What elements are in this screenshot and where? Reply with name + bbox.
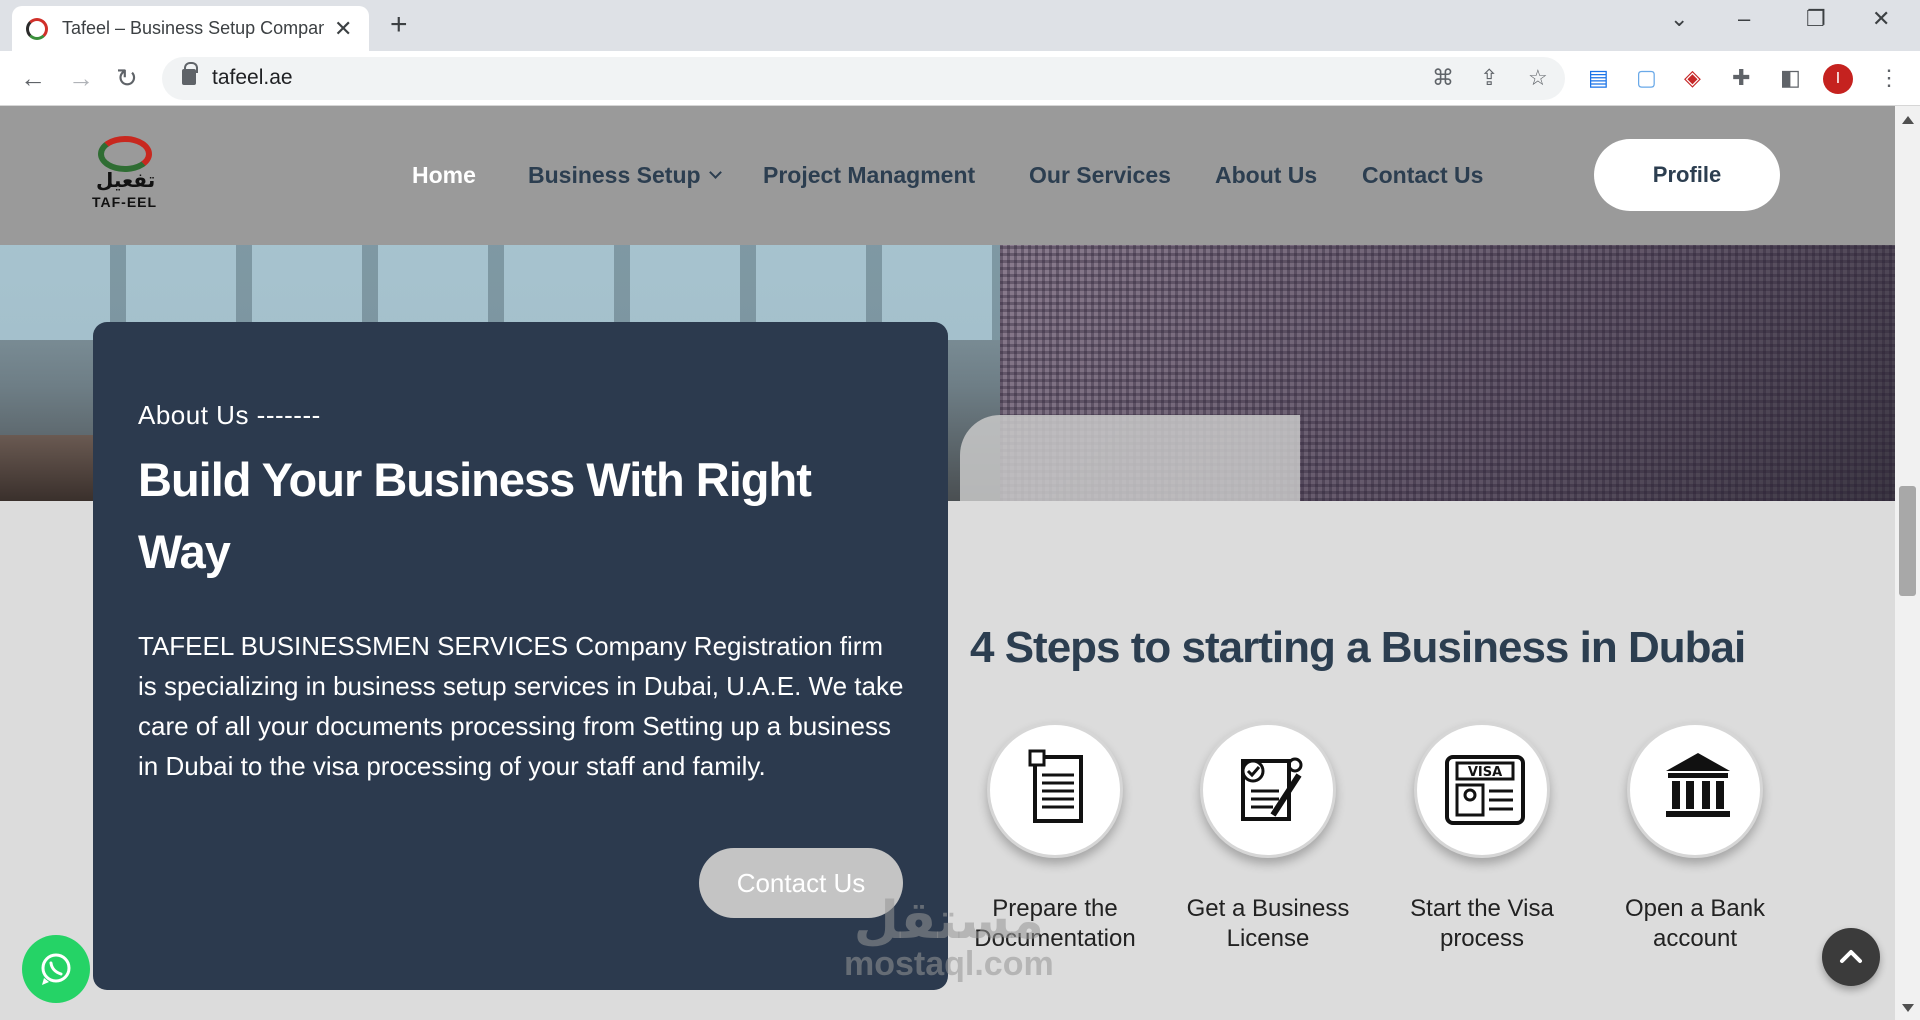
tab-title: Tafeel – Business Setup Company: [62, 18, 324, 38]
about-kicker: About Us -------: [138, 400, 321, 430]
profile-avatar[interactable]: I: [1823, 64, 1853, 94]
browser-tab[interactable]: Tafeel – Business Setup Company ✕: [12, 6, 369, 51]
nav-our-services[interactable]: Our Services: [1029, 162, 1171, 189]
step-label: Open a Bank account: [1624, 895, 1766, 952]
tab-search-chevron-icon[interactable]: ⌄: [1670, 6, 1688, 32]
whatsapp-icon: [41, 953, 71, 985]
logo-english-text: TAF-EEL: [92, 194, 158, 210]
minimize-icon[interactable]: –: [1738, 6, 1750, 32]
step-item: VISA Start the Visa process: [1382, 722, 1582, 954]
scrollbar-thumb[interactable]: [1899, 486, 1916, 596]
watermark: مستقل mostaql.com: [844, 891, 1054, 984]
visa-text: VISA: [1468, 765, 1502, 780]
site-logo[interactable]: تفعيل TAF-EEL: [92, 136, 162, 216]
watermark-english: mostaql.com: [844, 945, 1054, 983]
nav-project-management[interactable]: Project Managment: [763, 162, 975, 189]
reload-icon[interactable]: ↻: [116, 63, 138, 94]
chevron-down-icon: [708, 166, 722, 179]
extensions-puzzle-icon[interactable]: ✚: [1732, 65, 1750, 91]
site-header: تفعيل TAF-EEL Home Business Setup Projec…: [0, 106, 1895, 245]
page-scrollbar[interactable]: [1895, 106, 1920, 1020]
nav-business-setup-label: Business Setup: [528, 162, 701, 188]
chevron-up-icon: [1840, 950, 1862, 963]
watermark-arabic: مستقل: [853, 891, 1044, 951]
whatsapp-button[interactable]: [22, 935, 90, 1003]
restore-icon[interactable]: ❐: [1806, 6, 1826, 32]
browser-menu-icon[interactable]: ⋮: [1878, 65, 1900, 91]
visa-card-icon: VISA: [1445, 755, 1525, 825]
tab-strip: Tafeel – Business Setup Company ✕ + ⌄ – …: [0, 0, 1920, 51]
page-viewport: تفعيل TAF-EEL Home Business Setup Projec…: [0, 106, 1895, 1020]
logo-ring-icon: [98, 136, 152, 172]
step-circle: [987, 722, 1123, 858]
scroll-up-icon[interactable]: [1902, 116, 1914, 124]
site-favicon-icon: [26, 17, 48, 40]
about-title: Build Your Business With Right Way: [138, 453, 812, 578]
nav-contact-us[interactable]: Contact Us: [1362, 162, 1483, 189]
step-circle: [1627, 722, 1763, 858]
new-tab-icon[interactable]: +: [390, 8, 408, 42]
about-body: TAFEEL BUSINESSMEN SERVICES Company Regi…: [138, 631, 904, 781]
profile-button[interactable]: Profile: [1594, 139, 1780, 211]
step-item: Get a Business License: [1168, 722, 1368, 954]
step-label: Start the Visa process: [1410, 895, 1554, 952]
step-circle: VISA: [1414, 722, 1550, 858]
license-icon: [1241, 757, 1303, 821]
close-tab-icon[interactable]: ✕: [334, 16, 352, 42]
extension-file-icon[interactable]: ▢: [1636, 65, 1657, 91]
lock-icon[interactable]: [182, 62, 198, 85]
nav-business-setup[interactable]: Business Setup: [528, 162, 722, 189]
share-icon[interactable]: ⇪: [1480, 65, 1498, 91]
browser-toolbar: ← → ↻ tafeel.ae ⌘ ⇪ ☆ ▤ ▢ ◈ ✚ ◧ I ⋮: [0, 51, 1920, 106]
logo-arabic-text: تفعيل: [96, 168, 156, 192]
translate-icon[interactable]: ⌘: [1432, 65, 1454, 91]
steps-title: 4 Steps to starting a Business in Dubai: [970, 623, 1746, 672]
extension-doc-icon[interactable]: ▤: [1588, 65, 1609, 91]
url-text[interactable]: tafeel.ae: [212, 66, 293, 90]
document-icon: [1028, 749, 1083, 823]
step-label: Get a Business License: [1186, 895, 1350, 952]
back-icon[interactable]: ←: [20, 63, 46, 94]
bookmark-star-icon[interactable]: ☆: [1528, 65, 1548, 91]
nav-home[interactable]: Home: [412, 162, 476, 189]
forward-icon[interactable]: →: [68, 63, 94, 94]
back-to-top-button[interactable]: [1822, 928, 1880, 986]
bank-icon: [1666, 753, 1730, 817]
step-item: Open a Bank account: [1595, 722, 1795, 954]
step-circle: [1200, 722, 1336, 858]
about-card: About Us ------- Build Your Business Wit…: [93, 322, 948, 990]
side-panel-icon[interactable]: ◧: [1780, 65, 1801, 91]
close-window-icon[interactable]: ✕: [1872, 6, 1890, 32]
address-bar[interactable]: tafeel.ae ⌘ ⇪ ☆: [162, 57, 1565, 100]
nav-about-us[interactable]: About Us: [1215, 162, 1317, 189]
scroll-down-icon[interactable]: [1902, 1004, 1914, 1012]
extension-shield-icon[interactable]: ◈: [1684, 65, 1701, 91]
